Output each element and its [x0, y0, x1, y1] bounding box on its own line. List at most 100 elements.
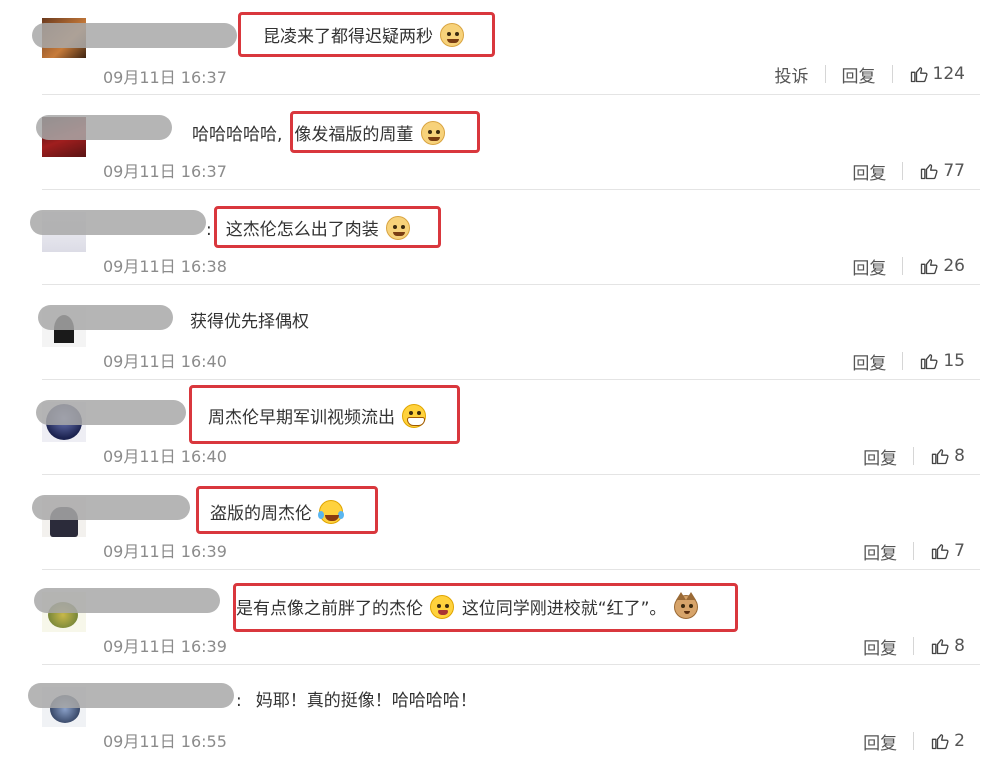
comment-item: 盗版的周杰伦 09月11日 16:39 回复 7 — [0, 475, 1000, 570]
comment-text: 周杰伦早期军训视频流出 — [208, 404, 428, 429]
comment-text-part: 这杰伦怎么出了肉装 — [225, 220, 379, 240]
like-count: 77 — [943, 161, 965, 181]
divider — [913, 637, 915, 655]
timestamp: 09月11日 16:40 — [103, 447, 227, 466]
thumbs-up-icon — [910, 67, 928, 83]
cat-face-icon — [673, 592, 698, 619]
like-count: 15 — [943, 351, 965, 371]
comment-text-part: 像发福版的周董 — [294, 125, 414, 145]
username-redacted[interactable] — [38, 305, 173, 330]
reply-button[interactable]: 回复 — [852, 349, 886, 374]
reply-button[interactable]: 回复 — [852, 159, 886, 184]
thumbs-up-icon — [932, 734, 949, 750]
comment-text: 昆凌来了都得迟疑两秒 — [263, 23, 466, 48]
blush-face-icon — [430, 595, 455, 619]
timestamp: 09月11日 16:37 — [103, 162, 227, 181]
like-button[interactable]: 26 — [919, 256, 965, 276]
divider — [913, 542, 915, 560]
comment-item: 哈哈哈哈哈, 像发福版的周董 09月11日 16:37 回复 77 — [0, 95, 1000, 190]
like-button[interactable]: 7 — [930, 541, 965, 561]
comment-text-part: 妈耶！真的挺像！哈哈哈哈！ — [255, 691, 477, 711]
like-button[interactable]: 15 — [919, 351, 965, 371]
thumbs-up-icon — [932, 544, 949, 560]
doge-face-icon — [386, 216, 411, 240]
thumbs-up-icon — [921, 354, 938, 370]
timestamp: 09月11日 16:39 — [103, 637, 227, 656]
username-redacted[interactable] — [28, 683, 234, 708]
comment-prefix: 哈哈哈哈哈, — [192, 125, 283, 145]
comment-actions: 回复 2 — [863, 727, 965, 755]
username-redacted[interactable] — [32, 23, 237, 48]
comment-text: : 妈耶！真的挺像！哈哈哈哈！ — [236, 690, 477, 712]
laugh-tears-icon — [318, 500, 345, 524]
comment-text-part: 这位同学刚进校就“红了”。 — [461, 599, 667, 619]
reply-button[interactable]: 回复 — [842, 62, 876, 87]
username-redacted[interactable] — [30, 210, 206, 235]
report-button[interactable]: 投诉 — [775, 62, 809, 87]
comment-item: 是有点像之前胖了的杰伦 这位同学刚进校就“红了”。 09月11日 16:39 回… — [0, 570, 1000, 665]
comment-text-part: 周杰伦早期军训视频流出 — [208, 408, 395, 428]
divider — [824, 65, 826, 83]
thumbs-up-icon — [921, 259, 938, 275]
reply-button[interactable]: 回复 — [863, 729, 897, 754]
reply-button[interactable]: 回复 — [852, 254, 886, 279]
thumbs-up-icon — [932, 449, 949, 465]
like-count: 26 — [943, 256, 965, 276]
like-count: 124 — [932, 64, 965, 84]
comment-text-part: 昆凌来了都得迟疑两秒 — [263, 27, 433, 47]
thumbs-up-icon — [932, 639, 949, 655]
username-redacted[interactable] — [36, 400, 186, 425]
divider — [891, 65, 893, 83]
like-button[interactable]: 8 — [930, 636, 965, 656]
comment-item: 获得优先择偶权 09月11日 16:40 回复 15 — [0, 285, 1000, 380]
reply-button[interactable]: 回复 — [863, 634, 897, 659]
thumbs-up-icon — [921, 164, 938, 180]
comment-text-part: 盗版的周杰伦 — [210, 504, 312, 524]
divider — [902, 162, 904, 180]
like-count: 8 — [954, 446, 965, 466]
comment-actions: 投诉 回复 124 — [775, 60, 965, 88]
comment-prefix: : — [236, 691, 242, 711]
comment-prefix: : — [206, 220, 212, 240]
like-button[interactable]: 77 — [919, 161, 965, 181]
like-button[interactable]: 8 — [930, 446, 965, 466]
comment-text: 盗版的周杰伦 — [210, 500, 345, 525]
like-button[interactable]: 124 — [909, 64, 965, 84]
doge-face-icon — [440, 23, 465, 47]
comment-item: : 妈耶！真的挺像！哈哈哈哈！ 09月11日 16:55 回复 2 — [0, 665, 1000, 769]
comment-text-part: 获得优先择偶权 — [190, 312, 309, 332]
comment-text-part: 是有点像之前胖了的杰伦 — [236, 599, 423, 619]
like-count: 8 — [954, 636, 965, 656]
comment-actions: 回复 8 — [863, 632, 965, 660]
reply-button[interactable]: 回复 — [863, 539, 897, 564]
comment-text: 哈哈哈哈哈, 像发福版的周董 — [192, 121, 447, 146]
like-button[interactable]: 2 — [930, 731, 965, 751]
grin-face-icon — [402, 404, 427, 428]
comment-actions: 回复 15 — [852, 347, 965, 375]
username-redacted[interactable] — [34, 588, 220, 613]
divider — [902, 352, 904, 370]
comment-item: : 这杰伦怎么出了肉装 09月11日 16:38 回复 26 — [0, 190, 1000, 285]
username-redacted[interactable] — [36, 115, 172, 140]
username-redacted[interactable] — [32, 495, 190, 520]
timestamp: 09月11日 16:37 — [103, 68, 227, 87]
comment-actions: 回复 77 — [852, 157, 965, 185]
divider — [902, 257, 904, 275]
comment-text: 是有点像之前胖了的杰伦 这位同学刚进校就“红了”。 — [236, 592, 700, 620]
timestamp: 09月11日 16:55 — [103, 732, 227, 751]
comment-text: : 这杰伦怎么出了肉装 — [206, 216, 412, 241]
comment-actions: 回复 8 — [863, 442, 965, 470]
comment-actions: 回复 7 — [863, 537, 965, 565]
reply-button[interactable]: 回复 — [863, 444, 897, 469]
divider — [913, 732, 915, 750]
comment-text: 获得优先择偶权 — [190, 311, 309, 333]
like-count: 7 — [954, 541, 965, 561]
comment-actions: 回复 26 — [852, 252, 965, 280]
timestamp: 09月11日 16:40 — [103, 352, 227, 371]
doge-face-icon — [420, 121, 445, 145]
timestamp: 09月11日 16:38 — [103, 257, 227, 276]
comment-item: 周杰伦早期军训视频流出 09月11日 16:40 回复 8 — [0, 380, 1000, 475]
timestamp: 09月11日 16:39 — [103, 542, 227, 561]
comment-item: 昆凌来了都得迟疑两秒 09月11日 16:37 投诉 回复 124 — [0, 0, 1000, 95]
divider — [913, 447, 915, 465]
